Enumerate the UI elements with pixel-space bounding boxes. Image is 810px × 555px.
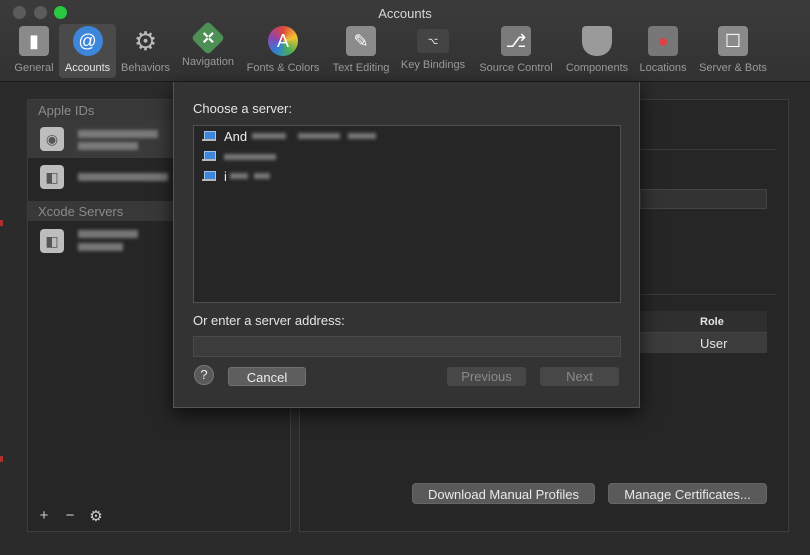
redacted-text bbox=[298, 133, 340, 139]
detail-field[interactable] bbox=[640, 189, 767, 209]
role-column-header: Role bbox=[640, 311, 767, 333]
compass-icon: ✛ bbox=[191, 21, 225, 55]
redacted-text bbox=[224, 154, 276, 160]
help-button[interactable]: ? bbox=[194, 365, 214, 385]
toolbar-locations[interactable]: ● Locations bbox=[636, 24, 690, 78]
keyboard-icon: ⌥ bbox=[417, 29, 449, 53]
toolbar-text-editing[interactable]: ✎ Text Editing bbox=[329, 24, 393, 78]
laptop-icon bbox=[202, 171, 216, 181]
redacted-text bbox=[78, 142, 138, 150]
role-table: Role User bbox=[640, 311, 767, 353]
redacted-text bbox=[78, 130, 158, 138]
download-manual-profiles-button[interactable]: Download Manual Profiles bbox=[412, 483, 595, 504]
server-list: And i bbox=[193, 125, 621, 303]
source-control-icon: ⎇ bbox=[501, 26, 531, 56]
toolbar-behaviors[interactable]: ⚙ Behaviors bbox=[118, 24, 173, 78]
choose-server-sheet: Choose a server: And i Or enter a server… bbox=[173, 82, 640, 408]
server-name: And bbox=[224, 128, 248, 144]
pencil-icon: ✎ bbox=[346, 26, 376, 56]
toolbar-navigation[interactable]: ✛ Navigation bbox=[178, 21, 238, 78]
remove-button[interactable]: − bbox=[62, 507, 78, 525]
redacted-text bbox=[78, 243, 123, 251]
laptop-icon bbox=[202, 151, 216, 161]
at-icon: @ bbox=[72, 26, 103, 56]
toolbar-server-bots[interactable]: ☐ Server & Bots bbox=[696, 24, 770, 78]
toolbar-components[interactable]: Components bbox=[562, 24, 632, 78]
edge-marker bbox=[0, 456, 3, 462]
joystick-icon: ● bbox=[648, 26, 678, 56]
server-list-item[interactable] bbox=[194, 146, 620, 166]
cancel-button[interactable]: Cancel bbox=[228, 367, 306, 386]
gear-icon[interactable]: ⚙ bbox=[88, 507, 104, 525]
sidebar-footer: + − ⚙ bbox=[28, 507, 104, 525]
laptop-icon bbox=[202, 131, 216, 141]
server-account-icon: ◧ bbox=[40, 165, 64, 189]
toolbar-fonts-colors[interactable]: A Fonts & Colors bbox=[243, 24, 323, 78]
toolbar-key-bindings[interactable]: ⌥ Key Bindings bbox=[398, 24, 468, 78]
server-account-icon: ◧ bbox=[40, 229, 64, 253]
manage-certificates-button[interactable]: Manage Certificates... bbox=[608, 483, 767, 504]
role-cell[interactable]: User bbox=[640, 333, 767, 353]
server-list-item[interactable]: i bbox=[194, 166, 620, 186]
toolbar-general[interactable]: ▮ General bbox=[12, 24, 56, 78]
redacted-text bbox=[230, 173, 248, 179]
gear-icon: ⚙ bbox=[133, 25, 158, 56]
choose-server-label: Choose a server: bbox=[193, 101, 292, 116]
robot-icon: ☐ bbox=[718, 26, 748, 56]
redacted-text bbox=[252, 133, 286, 139]
redacted-text bbox=[254, 173, 270, 179]
toolbar-source-control[interactable]: ⎇ Source Control bbox=[475, 24, 557, 78]
toolbar-accounts[interactable]: @ Accounts bbox=[59, 24, 116, 78]
redacted-text bbox=[78, 230, 138, 238]
edge-marker bbox=[0, 220, 3, 226]
redacted-text bbox=[348, 133, 376, 139]
redacted-text bbox=[78, 173, 168, 181]
window-title: Accounts bbox=[378, 6, 432, 21]
previous-button[interactable]: Previous bbox=[447, 367, 526, 386]
add-button[interactable]: + bbox=[36, 507, 52, 525]
server-address-input[interactable] bbox=[193, 336, 621, 357]
server-list-item[interactable]: And bbox=[194, 126, 620, 146]
preferences-window: Accounts ▮ General @ Accounts ⚙ Behavior… bbox=[0, 0, 810, 555]
server-name: i bbox=[224, 168, 227, 184]
server-address-label: Or enter a server address: bbox=[193, 313, 345, 328]
switch-icon: ▮ bbox=[19, 26, 49, 56]
next-button[interactable]: Next bbox=[540, 367, 619, 386]
shield-icon bbox=[582, 26, 612, 56]
title-bar: Accounts ▮ General @ Accounts ⚙ Behavior… bbox=[0, 0, 810, 82]
user-avatar-icon: ◉ bbox=[40, 127, 64, 151]
palette-icon: A bbox=[268, 26, 298, 56]
